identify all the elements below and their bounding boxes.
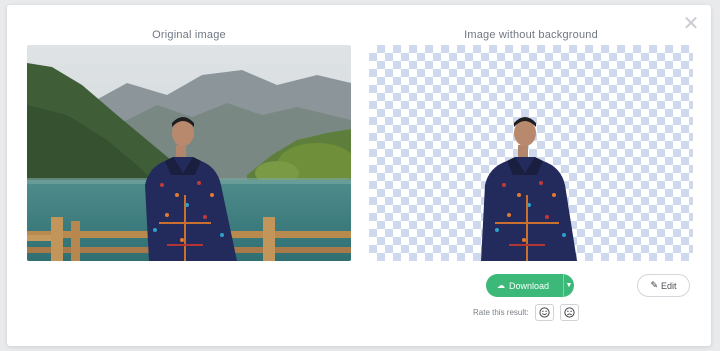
rating-label: Rate this result: bbox=[473, 307, 529, 317]
smile-face-icon bbox=[538, 306, 550, 318]
original-image-caption: Original image bbox=[152, 29, 226, 41]
rating-bar: Rate this result: bbox=[473, 303, 585, 321]
download-label: Download bbox=[509, 280, 550, 291]
edit-button[interactable]: ✎ Edit bbox=[637, 274, 690, 297]
result-dialog: ✕ Original image Image without backgroun… bbox=[7, 5, 711, 346]
caret-down-icon[interactable]: ▼ bbox=[564, 274, 574, 297]
pencil-icon: ✎ bbox=[650, 280, 659, 290]
download-button[interactable]: ☁ Download ▼ bbox=[486, 274, 574, 297]
download-main[interactable]: ☁ Download bbox=[486, 274, 563, 297]
sad-face-icon bbox=[563, 306, 575, 318]
rate-bad-button[interactable] bbox=[559, 303, 579, 321]
rate-good-button[interactable] bbox=[534, 303, 554, 321]
cloud-download-icon: ☁ bbox=[497, 281, 505, 290]
edit-label: Edit bbox=[661, 280, 677, 291]
original-image bbox=[27, 45, 351, 261]
result-image-caption: Image without background bbox=[464, 29, 598, 41]
result-image bbox=[369, 45, 693, 261]
